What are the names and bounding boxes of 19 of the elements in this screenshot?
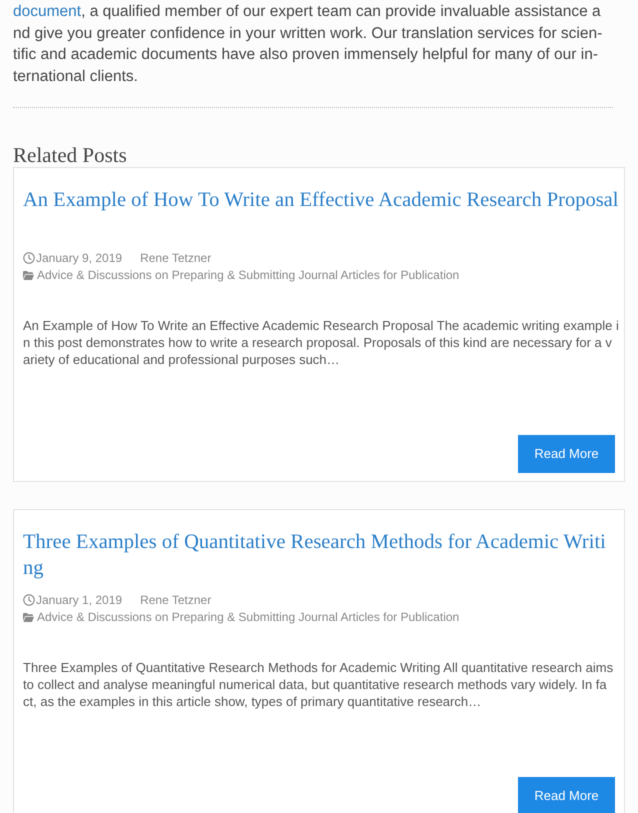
post-title-link[interactable]: Three Examples of Quantitative Research Methods for Academic Writi ng	[23, 528, 606, 581]
read-more-button[interactable]: Read More	[518, 434, 615, 473]
post-date: January 9, 2019	[36, 250, 122, 268]
clock-icon	[23, 594, 35, 606]
folder-icon	[23, 612, 34, 622]
clock-icon	[23, 252, 35, 264]
post-date: January 1, 2019	[36, 592, 122, 610]
post-title-link[interactable]: An Example of How To Write an Effective Academic Research Proposal	[23, 186, 618, 213]
document-link[interactable]: document	[13, 3, 82, 20]
post-author: Rene Tetzner	[140, 250, 212, 268]
post-excerpt: An Example of How To Write an Effective Academic Research Proposal The academic writing example i n this post demonstrates how to write a research proposal. Proposals of this kind are necessary for a v ariety of educational and professional purposes such…	[23, 316, 619, 368]
post-category-link[interactable]: Advice & Discussions on Preparing & Submitting Journal Articles for Publication	[37, 608, 460, 626]
section-heading: Related Posts	[13, 142, 127, 167]
body-paragraph: document, a qualified member of our expert team can provide invaluable assistance a nd give you greater confidence in your written work. Our translation services for scien- tific and academic documents have also proven immensely helpful for many of our in- ternational clients.	[13, 2, 604, 88]
folder-icon	[23, 270, 34, 280]
post-excerpt: Three Examples of Quantitative Research Methods for Academic Writing All quantitative research aims to collect and analyse meaningful numerical data, but quantitative research methods vary widely. In fa ct, as the examples in this article show, types of primary quantitative research…	[23, 658, 614, 710]
read-more-button[interactable]: Read More	[518, 776, 615, 813]
post-author: Rene Tetzner	[140, 592, 212, 610]
post-category-link[interactable]: Advice & Discussions on Preparing & Submitting Journal Articles for Publication	[37, 266, 460, 284]
